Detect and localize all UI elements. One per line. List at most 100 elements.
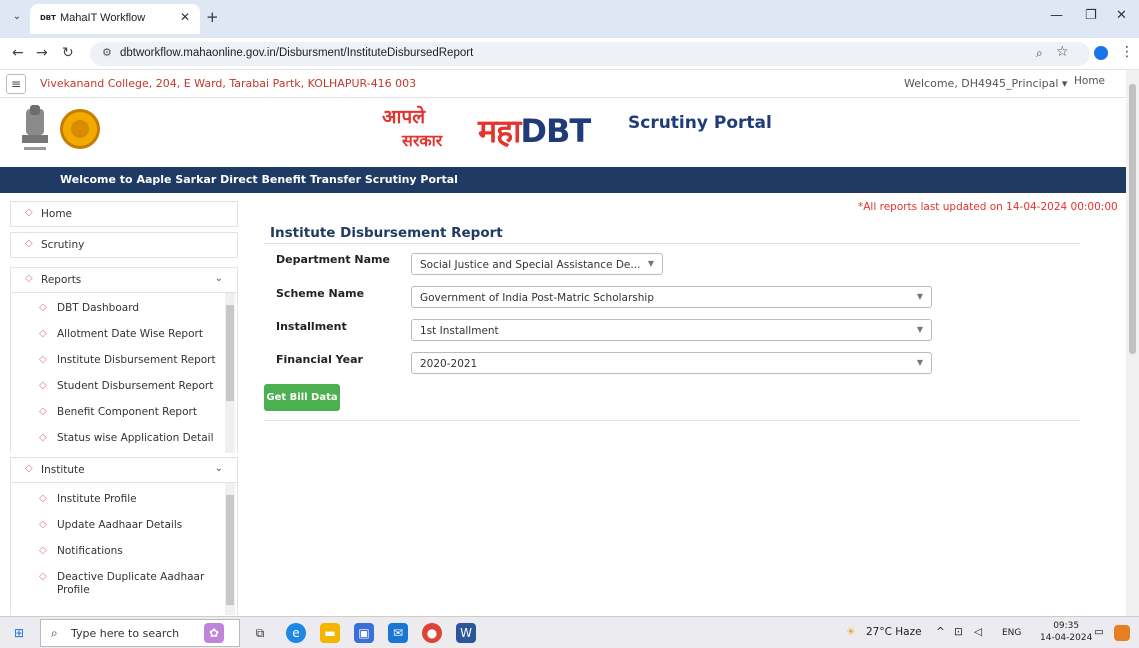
sidebar-item-reports[interactable]: ◇ Reports ⌄	[10, 267, 238, 293]
department-label: Department Name	[276, 253, 390, 266]
user-menu[interactable]: Welcome, DH4945_Principal ▾	[904, 77, 1067, 90]
sidebar-item-label: Institute	[41, 464, 85, 476]
report-item-label: Institute Disbursement Report	[57, 354, 216, 366]
tab-title: MahaIT Workflow	[60, 12, 146, 24]
chrome-icon[interactable]: ●	[422, 623, 442, 643]
mail-icon[interactable]: ✉	[388, 623, 408, 643]
browser-tab[interactable]: DBT MahaIT Workflow ✕	[30, 4, 200, 34]
more-menu-icon[interactable]: ⋮	[1120, 44, 1134, 60]
weather-text[interactable]: 27°C Haze	[866, 626, 922, 638]
store-icon[interactable]: ▣	[354, 623, 374, 643]
network-icon[interactable]: ⊡	[954, 626, 963, 638]
installment-value: 1st Installment	[420, 325, 499, 337]
portal-title: Scrutiny Portal	[628, 113, 772, 133]
minimize-icon[interactable]: —	[1050, 8, 1063, 23]
report-item-label: Status wise Application Detail	[57, 432, 214, 444]
diamond-arrow-icon: ◇	[39, 354, 47, 365]
app-tray-icon[interactable]	[1114, 625, 1130, 641]
department-select[interactable]: Social Justice and Special Assistance De…	[411, 253, 663, 275]
diamond-arrow-icon: ◇	[39, 380, 47, 391]
sidebar-item-label: Scrutiny	[41, 239, 85, 251]
sidebar-item-home[interactable]: ◇ Home	[10, 201, 238, 227]
speaker-icon[interactable]: ◁	[974, 626, 982, 638]
financial-year-select[interactable]: 2020-2021 ▼	[411, 352, 932, 374]
close-window-icon[interactable]: ✕	[1116, 8, 1127, 23]
logo-sarkar: सरकार	[402, 131, 443, 150]
institute-item-label: Deactive Duplicate Aadhaar Profile	[57, 571, 205, 596]
financial-year-label: Financial Year	[276, 353, 363, 366]
reports-scrollbar[interactable]	[225, 293, 235, 453]
new-tab-icon[interactable]: +	[206, 8, 219, 26]
diamond-arrow-icon: ◇	[25, 207, 33, 218]
home-link[interactable]: Home	[1074, 75, 1105, 87]
restore-icon[interactable]: ❐	[1085, 8, 1097, 23]
institute-item-label: Institute Profile	[57, 493, 137, 505]
page-scrollbar[interactable]	[1126, 70, 1139, 616]
college-name: Vivekanand College, 204, E Ward, Tarabai…	[40, 77, 417, 90]
last-updated-note: *All reports last updated on 14-04-2024 …	[858, 201, 1118, 213]
diamond-arrow-icon: ◇	[39, 328, 47, 339]
forward-icon[interactable]: →	[36, 45, 48, 61]
financial-year-value: 2020-2021	[420, 358, 478, 370]
file-explorer-icon[interactable]: ▬	[320, 623, 340, 643]
address-bar-row: ← → ↻ ⚙ dbtworkflow.mahaonline.gov.in/Di…	[0, 38, 1139, 70]
diamond-arrow-icon: ◇	[25, 463, 33, 474]
bookmark-star-icon[interactable]: ☆	[1056, 44, 1069, 60]
scheme-select[interactable]: Government of India Post-Matric Scholars…	[411, 286, 932, 308]
welcome-banner: Welcome to Aaple Sarkar Direct Benefit T…	[0, 167, 1126, 193]
word-icon[interactable]: W	[456, 623, 476, 643]
site-info-icon[interactable]: ⚙	[102, 46, 112, 59]
scrollbar-thumb[interactable]	[226, 305, 234, 401]
tray-chevron-icon[interactable]: ^	[936, 626, 945, 638]
reload-icon[interactable]: ↻	[62, 45, 74, 61]
logo-maha: महा	[478, 112, 521, 150]
report-item-label: Allotment Date Wise Report	[57, 328, 203, 340]
logo-dbt: DBT	[520, 112, 591, 150]
hamburger-menu-icon[interactable]: ≡	[6, 74, 26, 94]
scrollbar-thumb[interactable]	[226, 495, 234, 605]
url-field[interactable]: ⚙ dbtworkflow.mahaonline.gov.in/Disbursm…	[90, 42, 1090, 66]
welcome-banner-text: Welcome to Aaple Sarkar Direct Benefit T…	[60, 173, 458, 186]
tab-search-chevron-icon[interactable]: ⌄	[8, 8, 26, 26]
tab-close-icon[interactable]: ✕	[180, 10, 190, 24]
installment-select[interactable]: 1st Installment ▼	[411, 319, 932, 341]
browser-tab-strip: ⌄ DBT MahaIT Workflow ✕ + — ❐ ✕	[0, 0, 1139, 38]
national-emblem-icon	[22, 105, 48, 150]
logo-aaple: आपले	[382, 106, 426, 128]
report-item-label: Student Disbursement Report	[57, 380, 214, 392]
get-bill-data-button[interactable]: Get Bill Data	[264, 384, 340, 411]
reports-submenu: ◇ DBT Dashboard ◇ Allotment Date Wise Repo…	[10, 293, 238, 453]
weather-icon: ☀	[846, 626, 856, 638]
search-highlight-icon[interactable]: ✿	[204, 623, 224, 643]
windows-start-icon[interactable]: ⊞	[14, 626, 24, 640]
zoom-icon[interactable]: ⌕	[1036, 46, 1043, 61]
sidebar-item-scrutiny[interactable]: ◇ Scrutiny	[10, 232, 238, 258]
dropdown-arrow-icon: ▼	[916, 325, 923, 334]
diamond-arrow-icon: ◇	[25, 273, 33, 284]
page-scrollbar-thumb[interactable]	[1129, 84, 1136, 354]
edge-browser-icon[interactable]: e	[286, 623, 306, 643]
sidebar-item-label: Home	[41, 208, 73, 220]
diamond-arrow-icon: ◇	[39, 302, 47, 313]
notifications-icon[interactable]: ▭	[1094, 626, 1104, 638]
diamond-arrow-icon: ◇	[39, 432, 47, 443]
installment-label: Installment	[276, 320, 347, 333]
institute-scrollbar[interactable]	[225, 483, 235, 615]
diamond-arrow-icon: ◇	[39, 571, 47, 582]
report-item-label: Benefit Component Report	[57, 406, 197, 418]
profile-avatar-icon[interactable]	[1094, 46, 1108, 60]
taskbar-clock[interactable]: 09:35 14-04-2024	[1040, 620, 1092, 644]
mahadbt-logo: महाDBT	[478, 109, 591, 152]
language-indicator[interactable]: ENG	[1002, 628, 1021, 638]
institute-item-label: Notifications	[57, 545, 123, 557]
clock-time: 09:35	[1053, 621, 1080, 631]
dropdown-arrow-icon: ▼	[916, 358, 923, 367]
chevron-down-icon: ⌄	[214, 273, 223, 284]
scheme-label: Scheme Name	[276, 287, 365, 300]
diamond-arrow-icon: ◇	[39, 519, 47, 530]
sidebar-item-label: Reports	[41, 274, 82, 286]
task-view-icon[interactable]: ⧉	[250, 623, 270, 643]
back-icon[interactable]: ←	[12, 45, 24, 61]
diamond-arrow-icon: ◇	[25, 238, 33, 249]
sidebar-item-institute[interactable]: ◇ Institute ⌄	[10, 457, 238, 483]
